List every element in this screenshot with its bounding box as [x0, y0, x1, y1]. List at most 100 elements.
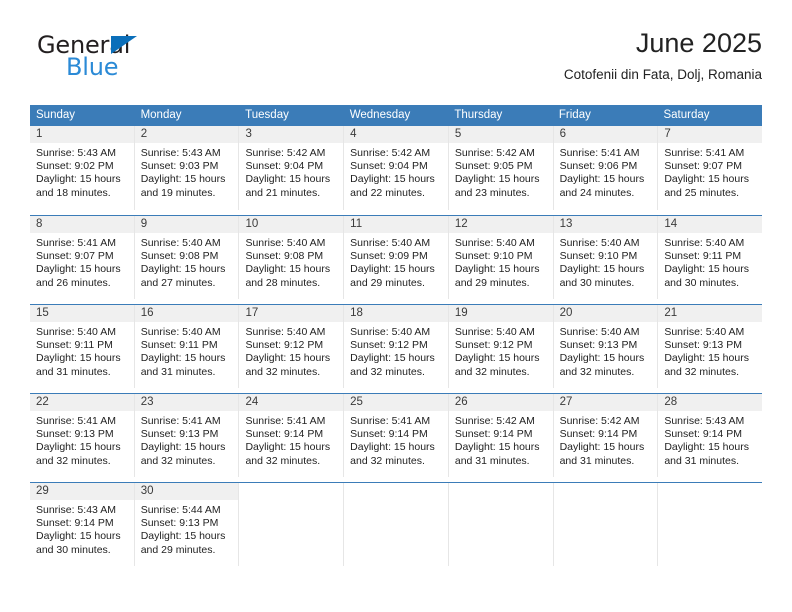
sunset-text: Sunset: 9:13 PM	[140, 517, 219, 530]
day-number: 13	[553, 216, 658, 233]
daylight-text: Daylight: 15 hours and 25 minutes.	[664, 173, 749, 199]
day-details: Sunrise: 5:40 AM Sunset: 9:08 PM Daylight:…	[239, 233, 343, 290]
sunset-text: Sunset: 9:11 PM	[140, 339, 218, 352]
calendar-week-row: 22 Sunrise: 5:41 AM Sunset: 9:13 PM Dayligh…	[30, 393, 763, 477]
sunrise-text: Sunrise: 5:40 AM	[559, 237, 640, 249]
sunrise-text: Sunrise: 5:42 AM	[559, 415, 640, 427]
day-number: 21	[658, 305, 763, 322]
calendar-day-cell[interactable]: 10 Sunrise: 5:40 AM Sunset: 9:08 PM Dayligh…	[239, 216, 345, 299]
calendar-day-cell[interactable]: 8 Sunrise: 5:41 AM Sunset: 9:07 PM Daylight…	[30, 216, 135, 299]
calendar-day-cell[interactable]: 6 Sunrise: 5:41 AM Sunset: 9:06 PM Daylight…	[553, 126, 659, 210]
calendar-day-cell[interactable]: 16 Sunrise: 5:40 AM Sunset: 9:11 PM Dayligh…	[134, 305, 240, 388]
daylight-text: Daylight: 15 hours and 21 minutes.	[245, 173, 331, 199]
day-details	[239, 500, 343, 504]
sunrise-text: Sunrise: 5:40 AM	[140, 326, 221, 338]
daylight-text: Daylight: 15 hours and 32 minutes.	[245, 441, 331, 467]
calendar-day-cell[interactable]: 7 Sunrise: 5:41 AM Sunset: 9:07 PM Daylight…	[658, 126, 763, 210]
sunrise-text: Sunrise: 5:42 AM	[454, 147, 535, 159]
calendar-day-cell[interactable]: 26 Sunrise: 5:42 AM Sunset: 9:14 PM Dayligh…	[448, 394, 554, 477]
calendar-day-cell[interactable]: 22 Sunrise: 5:41 AM Sunset: 9:13 PM Dayligh…	[30, 394, 135, 477]
calendar-day-cell[interactable]: 1 Sunrise: 5:43 AM Sunset: 9:02 PM Daylight…	[30, 126, 135, 210]
sunset-text: Sunset: 9:12 PM	[245, 339, 324, 352]
weekday-header-tuesday: Tuesday	[245, 109, 289, 121]
calendar-day-cell-empty	[658, 483, 763, 566]
calendar-page: General Blue June 2025 Cotofenii din Fat…	[0, 0, 792, 612]
calendar-day-cell[interactable]: 21 Sunrise: 5:40 AM Sunset: 9:13 PM Dayligh…	[658, 305, 763, 388]
sunrise-text: Sunrise: 5:40 AM	[350, 326, 431, 338]
sunrise-text: Sunrise: 5:44 AM	[140, 504, 221, 516]
calendar-grid: Sunday Monday Tuesday Wednesday Thursday…	[30, 105, 763, 566]
daylight-text: Daylight: 15 hours and 29 minutes.	[350, 263, 435, 289]
calendar-day-cell[interactable]: 3 Sunrise: 5:42 AM Sunset: 9:04 PM Daylight…	[239, 126, 345, 210]
sunset-text: Sunset: 9:02 PM	[36, 160, 114, 173]
sunset-text: Sunset: 9:05 PM	[454, 160, 533, 173]
daylight-text: Daylight: 15 hours and 24 minutes.	[559, 173, 645, 199]
calendar-day-cell[interactable]: 23 Sunrise: 5:41 AM Sunset: 9:13 PM Dayligh…	[134, 394, 240, 477]
day-number: 12	[448, 216, 553, 233]
day-number: 10	[239, 216, 344, 233]
sunrise-text: Sunrise: 5:40 AM	[454, 237, 535, 249]
calendar-day-cell[interactable]: 12 Sunrise: 5:40 AM Sunset: 9:10 PM Dayligh…	[448, 216, 554, 299]
sunset-text: Sunset: 9:04 PM	[350, 160, 428, 173]
calendar-week-row: 15 Sunrise: 5:40 AM Sunset: 9:11 PM Dayligh…	[30, 304, 763, 388]
calendar-day-cell[interactable]: 15 Sunrise: 5:40 AM Sunset: 9:11 PM Dayligh…	[30, 305, 135, 388]
calendar-day-cell[interactable]: 17 Sunrise: 5:40 AM Sunset: 9:12 PM Dayligh…	[239, 305, 345, 388]
day-details: Sunrise: 5:41 AM Sunset: 9:07 PM Daylight:…	[658, 143, 762, 200]
daylight-text: Daylight: 15 hours and 22 minutes.	[350, 173, 435, 199]
day-details: Sunrise: 5:41 AM Sunset: 9:14 PM Daylight:…	[239, 411, 343, 468]
sunrise-text: Sunrise: 5:40 AM	[245, 237, 326, 249]
calendar-day-cell[interactable]: 25 Sunrise: 5:41 AM Sunset: 9:14 PM Dayligh…	[344, 394, 449, 477]
calendar-day-cell[interactable]: 14 Sunrise: 5:40 AM Sunset: 9:11 PM Dayligh…	[658, 216, 763, 299]
day-number: 14	[658, 216, 763, 233]
day-number: 3	[239, 126, 344, 143]
day-number: 30	[134, 483, 239, 500]
sunset-text: Sunset: 9:14 PM	[245, 428, 324, 441]
day-details: Sunrise: 5:40 AM Sunset: 9:12 PM Daylight:…	[239, 322, 343, 379]
calendar-day-cell[interactable]: 30 Sunrise: 5:44 AM Sunset: 9:13 PM Dayligh…	[134, 483, 240, 566]
title-block: June 2025 Cotofenii din Fata, Dolj, Roma…	[564, 26, 762, 83]
day-details: Sunrise: 5:43 AM Sunset: 9:14 PM Daylight:…	[658, 411, 762, 468]
calendar-day-cell[interactable]: 9 Sunrise: 5:40 AM Sunset: 9:08 PM Daylight…	[134, 216, 240, 299]
calendar-day-cell[interactable]: 13 Sunrise: 5:40 AM Sunset: 9:10 PM Dayligh…	[553, 216, 659, 299]
daylight-text: Daylight: 15 hours and 32 minutes.	[350, 352, 435, 378]
sunrise-text: Sunrise: 5:40 AM	[245, 326, 326, 338]
day-details: Sunrise: 5:43 AM Sunset: 9:03 PM Daylight:…	[135, 143, 239, 200]
weekday-header-sunday: Sunday	[36, 109, 76, 121]
generalblue-logo[interactable]: General Blue	[37, 32, 157, 88]
day-number: 28	[658, 394, 763, 411]
calendar-day-cell[interactable]: 27 Sunrise: 5:42 AM Sunset: 9:14 PM Dayligh…	[553, 394, 659, 477]
day-details: Sunrise: 5:40 AM Sunset: 9:10 PM Daylight:…	[449, 233, 553, 290]
day-details: Sunrise: 5:42 AM Sunset: 9:04 PM Daylight:…	[344, 143, 448, 200]
sunrise-text: Sunrise: 5:40 AM	[559, 326, 640, 338]
sunrise-text: Sunrise: 5:40 AM	[350, 237, 431, 249]
calendar-day-cell[interactable]: 20 Sunrise: 5:40 AM Sunset: 9:13 PM Dayligh…	[553, 305, 659, 388]
day-details: Sunrise: 5:41 AM Sunset: 9:06 PM Daylight:…	[554, 143, 658, 200]
day-details: Sunrise: 5:40 AM Sunset: 9:13 PM Daylight:…	[658, 322, 762, 379]
sunset-text: Sunset: 9:14 PM	[559, 428, 638, 441]
calendar-day-cell[interactable]: 24 Sunrise: 5:41 AM Sunset: 9:14 PM Dayligh…	[239, 394, 345, 477]
page-masthead: General Blue June 2025 Cotofenii din Fat…	[30, 26, 762, 98]
calendar-day-cell[interactable]: 28 Sunrise: 5:43 AM Sunset: 9:14 PM Dayligh…	[658, 394, 763, 477]
day-number: 17	[239, 305, 344, 322]
daylight-text: Daylight: 15 hours and 29 minutes.	[454, 263, 540, 289]
calendar-day-cell[interactable]: 11 Sunrise: 5:40 AM Sunset: 9:09 PM Dayligh…	[344, 216, 449, 299]
calendar-day-cell[interactable]: 29 Sunrise: 5:43 AM Sunset: 9:14 PM Dayligh…	[30, 483, 135, 566]
calendar-day-cell[interactable]: 2 Sunrise: 5:43 AM Sunset: 9:03 PM Daylight…	[134, 126, 240, 210]
sunset-text: Sunset: 9:13 PM	[140, 428, 219, 441]
calendar-day-cell[interactable]: 18 Sunrise: 5:40 AM Sunset: 9:12 PM Dayligh…	[344, 305, 449, 388]
calendar-day-cell[interactable]: 4 Sunrise: 5:42 AM Sunset: 9:04 PM Daylight…	[344, 126, 449, 210]
sunset-text: Sunset: 9:09 PM	[350, 250, 428, 263]
day-details: Sunrise: 5:40 AM Sunset: 9:09 PM Daylight:…	[344, 233, 448, 290]
sunrise-text: Sunrise: 5:41 AM	[140, 415, 221, 427]
day-number	[344, 483, 448, 500]
calendar-day-cell[interactable]: 19 Sunrise: 5:40 AM Sunset: 9:12 PM Dayligh…	[448, 305, 554, 388]
day-details: Sunrise: 5:42 AM Sunset: 9:05 PM Daylight:…	[449, 143, 553, 200]
day-number: 2	[134, 126, 239, 143]
daylight-text: Daylight: 15 hours and 23 minutes.	[454, 173, 540, 199]
sunset-text: Sunset: 9:04 PM	[245, 160, 324, 173]
daylight-text: Daylight: 15 hours and 29 minutes.	[140, 530, 226, 556]
sunset-text: Sunset: 9:11 PM	[664, 250, 742, 263]
calendar-day-cell[interactable]: 5 Sunrise: 5:42 AM Sunset: 9:05 PM Daylight…	[448, 126, 554, 210]
sunset-text: Sunset: 9:13 PM	[36, 428, 114, 441]
daylight-text: Daylight: 15 hours and 32 minutes.	[664, 352, 749, 378]
